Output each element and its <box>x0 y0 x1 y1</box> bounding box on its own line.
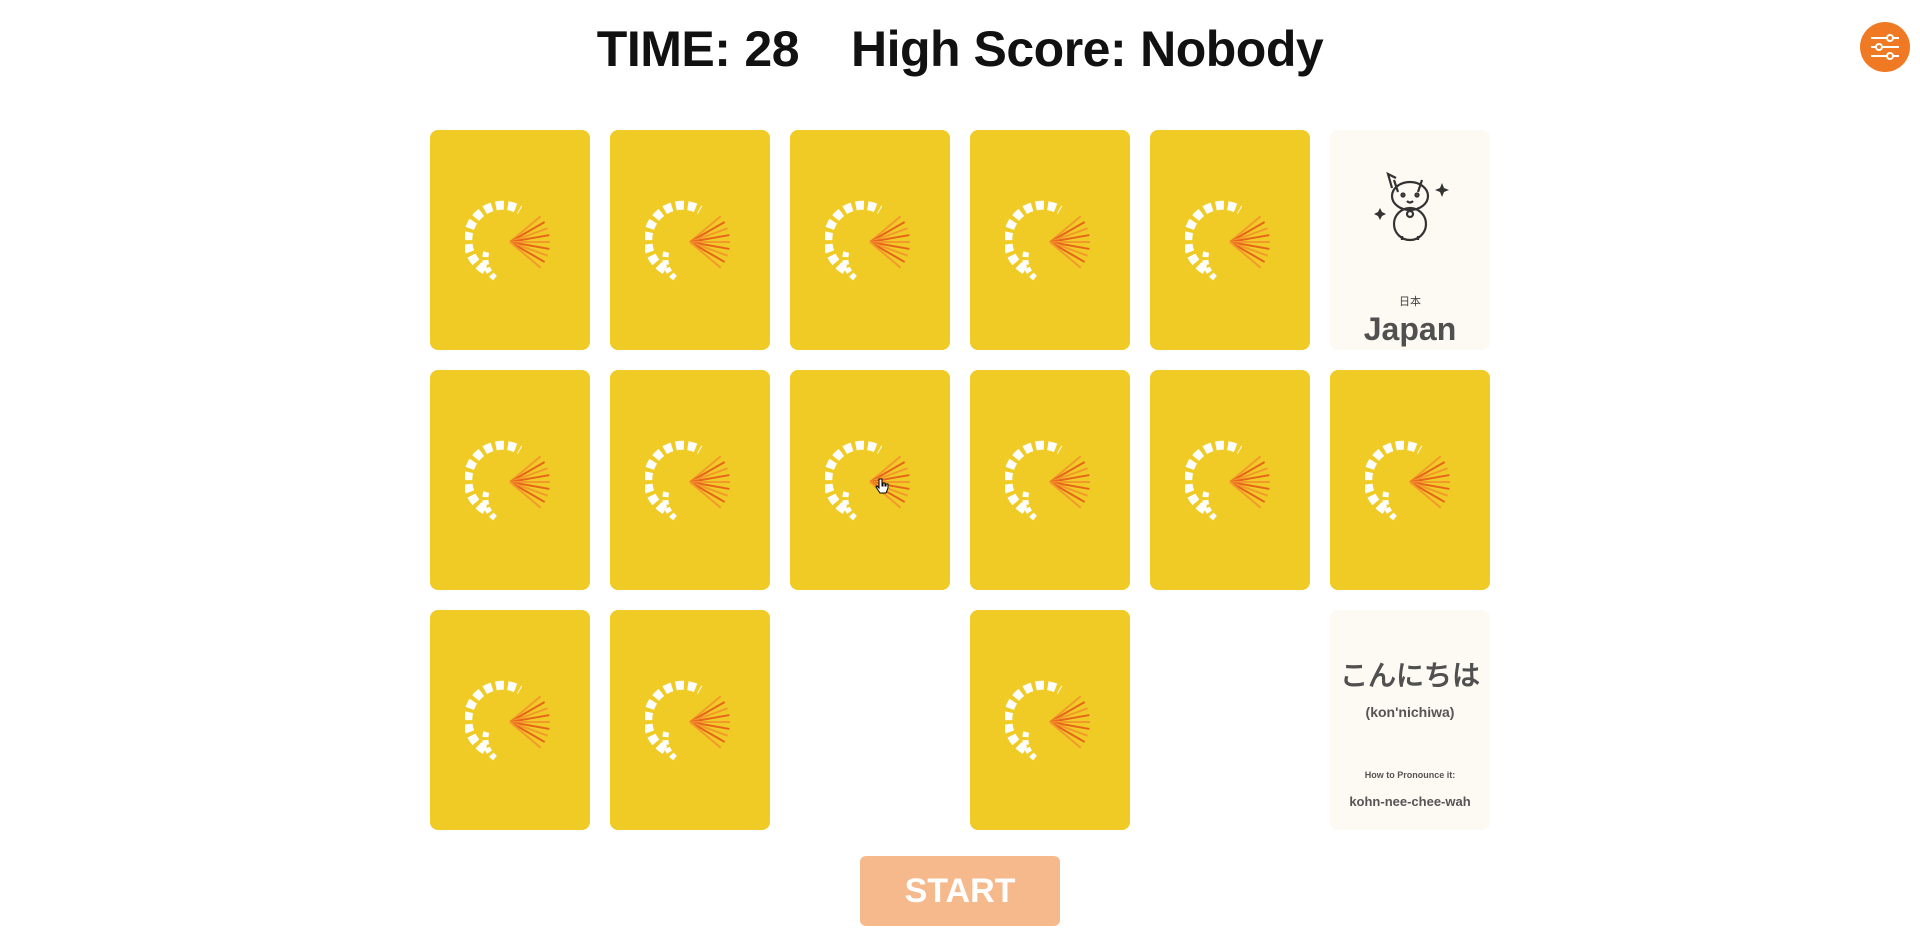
hello-swirl-logo-icon <box>465 440 550 521</box>
card-back[interactable] <box>430 130 590 350</box>
card-back[interactable] <box>970 370 1130 590</box>
card-back[interactable] <box>610 370 770 590</box>
high-score-value: Nobody <box>1140 21 1324 77</box>
hello-swirl-logo-icon <box>465 680 550 761</box>
time-label: TIME: <box>596 21 731 77</box>
country-name: Japan <box>1363 311 1457 347</box>
game-page: TIME: 28 High Score: Nobody 日本 Japan こんにちは… <box>0 0 1920 940</box>
card-back[interactable] <box>790 370 950 590</box>
hello-swirl-logo-icon <box>1365 440 1450 521</box>
card-back[interactable] <box>610 130 770 350</box>
pronounce-label: How to Pronounce it: <box>1364 770 1456 780</box>
settings-button[interactable] <box>1860 22 1910 72</box>
cat-illustration <box>1370 166 1450 251</box>
card-back[interactable] <box>1150 130 1310 350</box>
greeting-phrase: こんにちは <box>1339 659 1480 692</box>
card-back[interactable] <box>430 610 590 830</box>
card-country-face[interactable]: 日本 Japan <box>1330 130 1490 350</box>
timer: TIME: 28 <box>596 20 800 78</box>
pronunciation-text: kohn-nee-chee-wah <box>1349 794 1471 809</box>
card-slot-empty <box>1150 610 1310 830</box>
high-score-label: High Score: <box>851 21 1127 77</box>
hand-cursor-icon <box>875 478 889 494</box>
card-slot-empty <box>790 610 950 830</box>
greeting-romaji: (kon'nichiwa) <box>1365 704 1455 720</box>
card-back[interactable] <box>1330 370 1490 590</box>
sliders-icon <box>1871 34 1899 60</box>
lucky-cat-icon <box>1374 171 1449 242</box>
card-back[interactable] <box>970 130 1130 350</box>
hello-swirl-logo-icon <box>825 200 910 281</box>
hello-swirl-logo-icon <box>1005 680 1090 761</box>
hello-swirl-logo-icon <box>825 440 910 521</box>
country-native-name: 日本 <box>1399 296 1421 308</box>
hello-swirl-logo-icon <box>1185 440 1270 521</box>
time-value: 28 <box>744 21 800 77</box>
card-back[interactable] <box>790 130 950 350</box>
card-grid: 日本 Japan こんにちは (kon'nichiwa) How to Pronounc… <box>430 130 1490 830</box>
card-back[interactable] <box>970 610 1130 830</box>
card-back[interactable] <box>1150 370 1310 590</box>
start-button[interactable]: START <box>860 856 1060 926</box>
hello-swirl-logo-icon <box>465 200 550 281</box>
hello-swirl-logo-icon <box>1185 200 1270 281</box>
card-back[interactable] <box>610 610 770 830</box>
card-phrase-face[interactable]: こんにちは (kon'nichiwa) How to Pronounce it: ko… <box>1330 610 1490 830</box>
card-back[interactable] <box>430 370 590 590</box>
hello-swirl-logo-icon <box>645 200 730 281</box>
hello-swirl-logo-icon <box>1005 440 1090 521</box>
hello-swirl-logo-icon <box>1005 200 1090 281</box>
hello-swirl-logo-icon <box>645 440 730 521</box>
score-header: TIME: 28 High Score: Nobody <box>0 14 1920 84</box>
high-score: High Score: Nobody <box>851 20 1324 78</box>
hello-swirl-logo-icon <box>645 680 730 761</box>
